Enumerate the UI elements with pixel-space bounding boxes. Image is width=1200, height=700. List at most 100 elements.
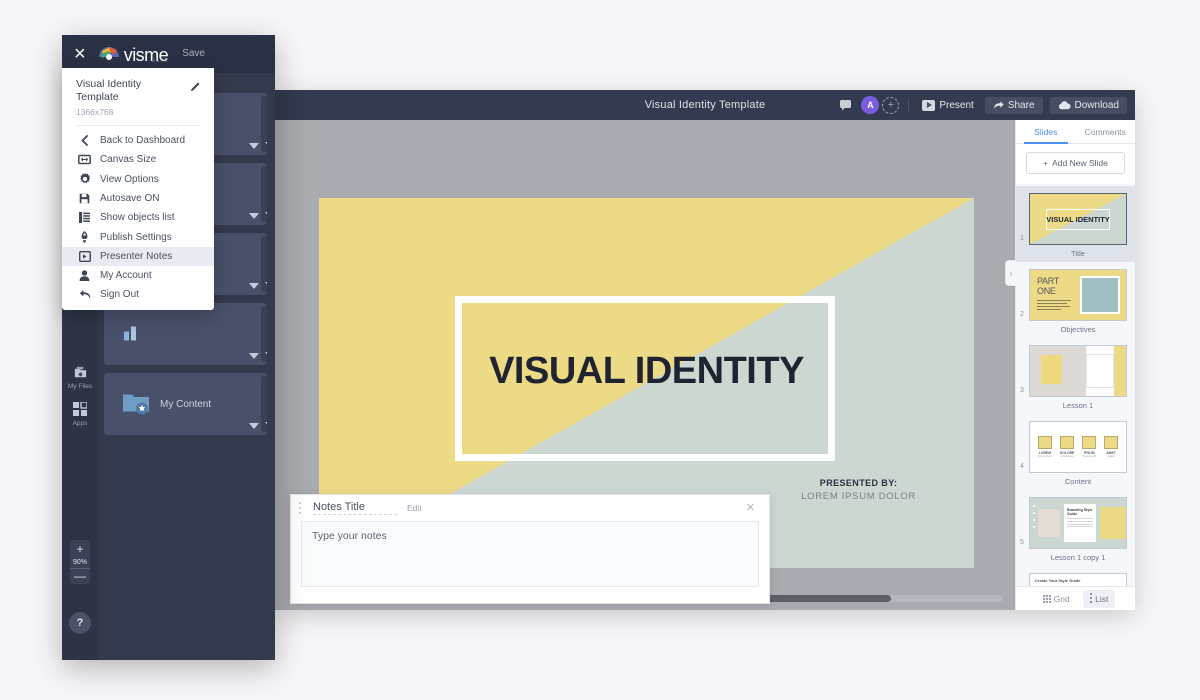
add-user-icon[interactable]: + (882, 96, 900, 114)
thumb-cell-sub: ipsum dolor (1038, 455, 1052, 458)
save-button[interactable]: Save (182, 48, 205, 59)
notes-title[interactable]: Notes Title (313, 501, 397, 515)
menu-item-label: Autosave ON (100, 193, 160, 204)
slide-thumbnail-item[interactable]: 3 Lesson 1 (1016, 338, 1135, 414)
menu-item-sign-out[interactable]: Sign Out (62, 285, 214, 304)
slide-number: 4 (1020, 463, 1024, 470)
zoom-control: + 90% — (70, 540, 90, 584)
thumb-accent (1100, 507, 1126, 539)
panel-card-my-content[interactable]: My Content (104, 373, 267, 435)
save-disk-icon (78, 193, 91, 204)
panel-card-strip[interactable] (261, 306, 267, 362)
slide-thumbnail-item[interactable]: 4 LOREM ipsum dolor DOLORE consectetur I… (1016, 414, 1135, 490)
menu-item-label: View Options (100, 173, 159, 185)
menu-item-my-account[interactable]: My Account (62, 266, 214, 285)
present-button[interactable]: Present (918, 97, 977, 114)
menu-item-publish-settings[interactable]: Publish Settings (62, 227, 214, 247)
thumb-title: Create Your Style Guide (1035, 578, 1081, 583)
help-button[interactable]: ? (69, 612, 91, 634)
menu-item-autosave[interactable]: Autosave ON (62, 189, 214, 208)
tab-comments[interactable]: Comments (1076, 120, 1136, 143)
grid-label: Grid (1053, 593, 1070, 604)
toolbar-divider (908, 97, 910, 113)
download-label: Download (1074, 99, 1119, 111)
gear-icon (78, 173, 91, 185)
thumb-photo (1030, 346, 1086, 396)
presented-by-label: PRESENTED BY: (819, 478, 898, 488)
thumb-card-title: Branding Style Guide (1067, 508, 1093, 517)
panel-card-strip[interactable] (261, 376, 267, 432)
cloud-download-icon (1058, 100, 1071, 109)
menu-item-view-options[interactable]: View Options (62, 169, 214, 189)
zoom-out-button[interactable]: — (70, 570, 90, 582)
menu-item-presenter-notes[interactable]: Presenter Notes (62, 247, 214, 266)
chevron-down-icon[interactable] (249, 353, 259, 359)
slide-thumbnail-item-partial[interactable]: Create Your Style Guide (1016, 566, 1135, 586)
menu-item-label: Show objects list (100, 212, 175, 223)
chevron-down-icon[interactable] (249, 143, 259, 149)
thumb-cell-sub: consectetur (1060, 455, 1074, 458)
thumb-product (1038, 509, 1060, 537)
panel-collapse-toggle[interactable]: › (1005, 260, 1016, 286)
menu-item-back-to-dashboard[interactable]: Back to Dashboard (62, 131, 214, 150)
slide-number: 2 (1020, 311, 1024, 318)
zoom-level: 90% (70, 559, 90, 569)
thumb-cell-sub: sit amet elit (1082, 455, 1096, 458)
slide-label: Objectives (1060, 325, 1096, 334)
brand-name: visme BETA (124, 46, 169, 64)
add-new-slide-label: Add New Slide (1052, 158, 1108, 168)
notes-edit-button[interactable]: Edit (407, 503, 422, 513)
chevron-down-icon[interactable] (249, 213, 259, 219)
menu-divider (76, 125, 200, 126)
my-content-folder-icon (122, 391, 152, 418)
chevron-down-icon[interactable] (249, 423, 259, 429)
avatar[interactable]: A (861, 96, 880, 114)
list-label: List (1095, 593, 1109, 604)
slide-thumbnail-item[interactable]: 5 Branding Style Guide Lesson 1 copy 1 (1016, 490, 1135, 566)
editor-toolbar: Visual Identity Template A + Present Sha… (275, 90, 1135, 120)
slides-panel-footer: Grid List (1016, 586, 1135, 610)
panel-card-strip[interactable] (261, 166, 267, 222)
thumb-card: Branding Style Guide (1064, 504, 1096, 542)
slide-presented-by-block[interactable]: PRESENTED BY: LOREM IPSUM DOLOR (801, 478, 916, 502)
brand-logo[interactable]: visme BETA (98, 45, 169, 64)
share-button[interactable]: Share (984, 96, 1043, 114)
thumb-title: VISUAL IDENTITY (1046, 215, 1110, 224)
panel-card-strip[interactable] (261, 96, 267, 152)
menu-item-show-objects-list[interactable]: Show objects list (62, 208, 214, 227)
slide-thumbnail-preview: LOREM ipsum dolor DOLORE consectetur IPS… (1029, 421, 1127, 473)
slides-list[interactable]: 1 VISUAL IDENTITY Title 2 PART ONE Objec… (1016, 184, 1135, 586)
slide-title-text[interactable]: VISUAL IDENTITY (319, 350, 974, 393)
notes-textarea[interactable]: Type your notes (301, 521, 759, 587)
list-view-button[interactable]: List (1082, 589, 1116, 608)
panel-card-strip[interactable] (261, 236, 267, 292)
app-root: Visual Identity Template A + Present Sha… (0, 0, 1200, 700)
pencil-icon[interactable] (190, 80, 202, 95)
slides-panel-tabs: Slides Comments (1016, 120, 1135, 144)
tab-slides[interactable]: Slides (1016, 120, 1076, 144)
drag-handle-icon[interactable] (299, 502, 302, 514)
thumb-cell-sub: adipis (1107, 455, 1115, 458)
slide-thumbnail-preview: Create Your Style Guide (1029, 573, 1127, 586)
rail-label: My Files (67, 383, 93, 390)
rail-item-apps[interactable]: Apps (62, 390, 98, 427)
panel-card[interactable] (104, 303, 267, 365)
document-menu-dropdown: Visual Identity Template 1366x768 Back t… (62, 68, 214, 310)
download-button[interactable]: Download (1049, 96, 1127, 114)
close-icon[interactable]: × (74, 44, 86, 64)
zoom-in-button[interactable]: + (70, 543, 90, 555)
chevron-down-icon[interactable] (249, 283, 259, 289)
slide-thumbnail-preview (1029, 345, 1127, 397)
menu-item-canvas-size[interactable]: Canvas Size (62, 150, 214, 169)
slide-thumbnail-item[interactable]: 2 PART ONE Objectives (1016, 262, 1135, 338)
comment-icon[interactable] (836, 96, 854, 114)
slide-thumbnail-item[interactable]: 1 VISUAL IDENTITY Title (1016, 186, 1135, 262)
grid-view-button[interactable]: Grid (1036, 591, 1077, 607)
thumb-cell: DOLORE consectetur (1060, 436, 1074, 458)
canvas-size-icon (78, 154, 91, 165)
thumb-card (1086, 354, 1114, 388)
menu-item-label: Publish Settings (100, 231, 172, 243)
add-new-slide-button[interactable]: + Add New Slide (1026, 152, 1125, 174)
grid-icon (1042, 594, 1051, 603)
close-icon[interactable]: × (746, 500, 760, 515)
